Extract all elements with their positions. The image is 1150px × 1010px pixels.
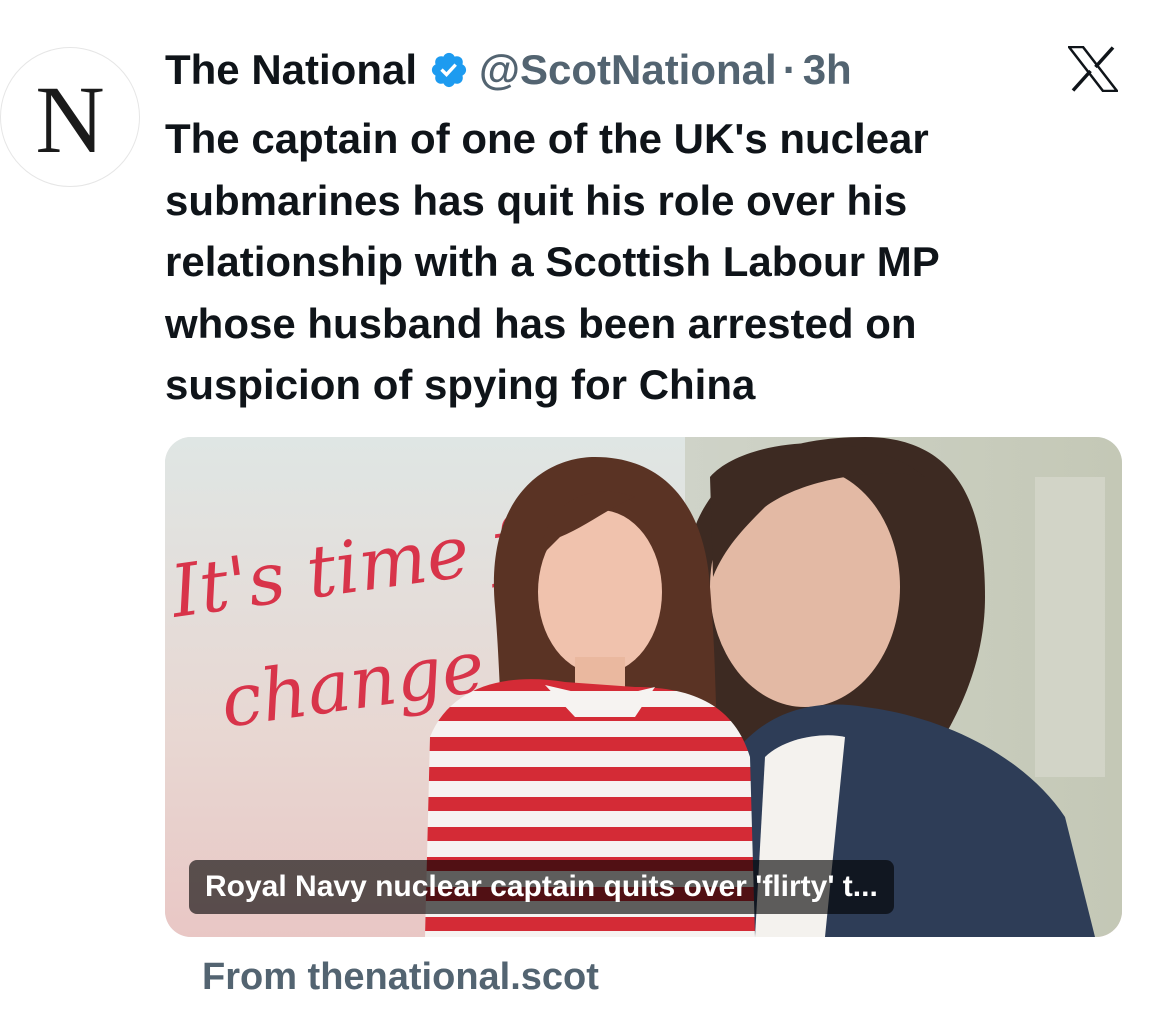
tweet-line: The captain of one of the UK's nuclear (165, 115, 929, 162)
tweet-header: The National @ScotNational · 3h (165, 44, 852, 96)
account-handle[interactable]: @ScotNational (479, 44, 777, 96)
tweet-text: The captain of one of the UK's nuclear s… (165, 108, 1125, 416)
tweet-line: whose husband has been arrested on (165, 299, 917, 347)
link-preview-card[interactable]: It's time for change Royal Navy nuclear … (165, 437, 1122, 937)
verified-badge-icon (431, 52, 467, 88)
post-time[interactable]: 3h (803, 44, 852, 96)
avatar-letter: N (35, 66, 105, 173)
tweet-line: suspicion of spying for China (165, 361, 756, 408)
account-name[interactable]: The National (165, 44, 417, 96)
tweet-line: relationship with a Scottish Labour MP (165, 238, 940, 285)
x-logo-icon[interactable] (1068, 46, 1118, 92)
account-avatar[interactable]: N (0, 47, 140, 187)
separator-dot: · (782, 46, 797, 93)
card-caption[interactable]: Royal Navy nuclear captain quits over 'f… (189, 860, 894, 914)
card-source-link[interactable]: From thenational.scot (202, 950, 599, 1004)
tweet-line: submarines has quit his role over his (165, 176, 908, 224)
